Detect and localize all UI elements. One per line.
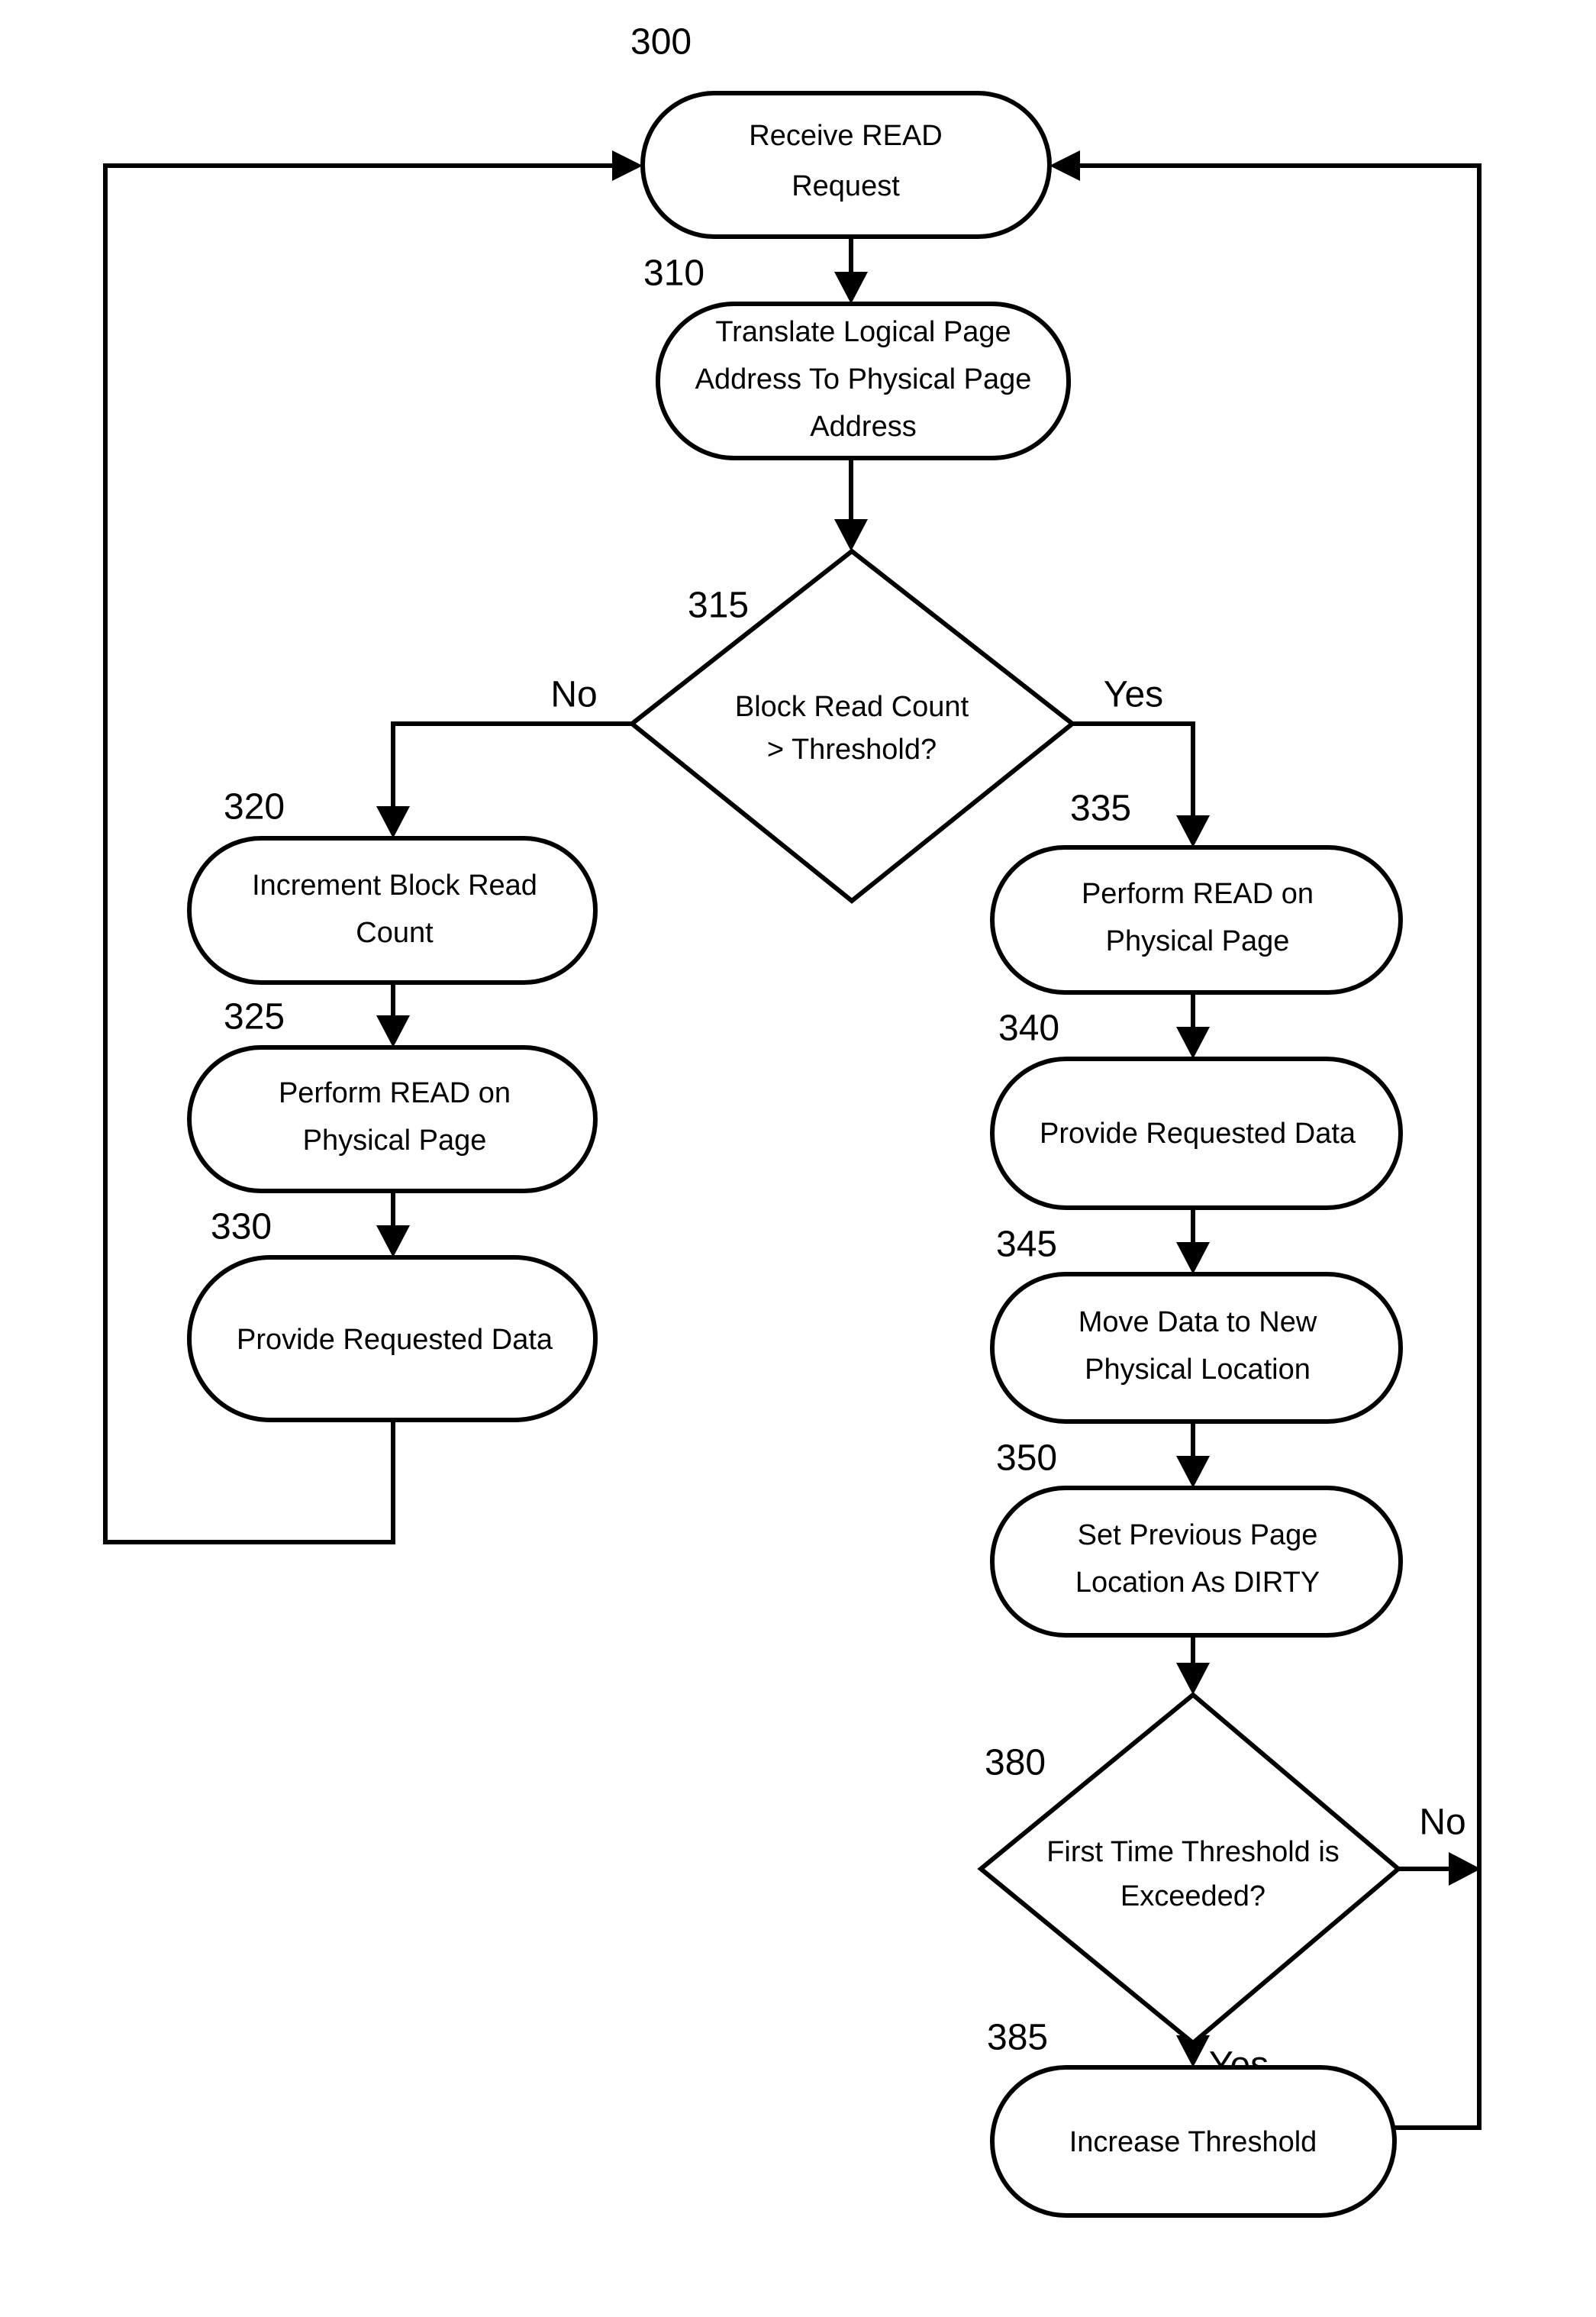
arrowhead-315-no: [376, 806, 410, 838]
node-335-shape[interactable]: [990, 845, 1403, 995]
node-385[interactable]: Increase Threshold: [990, 2065, 1397, 2218]
ref-label-325: 325: [224, 997, 285, 1037]
node-300-shape[interactable]: [640, 91, 1052, 239]
ref-label-350: 350: [996, 1438, 1057, 1479]
node-345[interactable]: Move Data to New Physical Location: [990, 1272, 1403, 1424]
connector-335-340: [1176, 992, 1210, 1059]
node-350[interactable]: Set Previous Page Location As DIRTY: [990, 1486, 1403, 1638]
node-345-shape[interactable]: [990, 1272, 1403, 1424]
connector-315-no-320: [376, 721, 632, 838]
connector-340-345: [1176, 1208, 1210, 1274]
arrowhead-right-return: [1049, 150, 1080, 181]
arrowhead-300-310: [834, 272, 868, 304]
connector-345-350: [1176, 1422, 1210, 1488]
node-300-line-1: Request: [792, 170, 900, 202]
ref-label-315: 315: [688, 586, 749, 626]
node-310-line-2: Address: [810, 411, 916, 443]
ref-label-335: 335: [1070, 789, 1131, 829]
connector-310-315: [834, 458, 868, 551]
arrowhead-320-325: [376, 1015, 410, 1047]
connector-300-310: [834, 237, 868, 304]
node-315-line-0: Block Read Count: [735, 691, 969, 723]
edge-label-315-no: No: [550, 675, 597, 715]
node-300[interactable]: Receive READ Request: [640, 91, 1052, 239]
node-350-shape[interactable]: [990, 1486, 1403, 1638]
arrowhead-335-340: [1176, 1027, 1210, 1059]
arrowhead-325-330: [376, 1225, 410, 1257]
connector-325-330: [376, 1191, 410, 1257]
node-350-line-1: Location As DIRTY: [1075, 1567, 1320, 1599]
node-325-shape[interactable]: [187, 1045, 598, 1193]
node-320-line-0: Increment Block Read: [252, 870, 537, 902]
node-310[interactable]: Translate Logical Page Address To Physic…: [656, 302, 1071, 460]
node-345-line-1: Physical Location: [1085, 1354, 1311, 1386]
node-300-line-0: Receive READ: [749, 120, 942, 152]
node-320[interactable]: Increment Block Read Count: [187, 836, 598, 985]
node-325[interactable]: Perform READ on Physical Page: [187, 1045, 598, 1193]
connector-320-325: [376, 983, 410, 1047]
arrowhead-350-380: [1176, 1663, 1210, 1695]
connector-315-yes-335: [1072, 721, 1210, 847]
arrowhead-345-350: [1176, 1456, 1210, 1488]
ref-label-310: 310: [643, 253, 704, 294]
ref-label-345: 345: [996, 1225, 1057, 1265]
flowchart-canvas: Receive READ Request 300 Translate Logic…: [103, 22, 1482, 2218]
node-310-line-1: Address To Physical Page: [695, 363, 1032, 395]
arrowhead-left-return: [612, 150, 643, 181]
node-320-shape[interactable]: [187, 836, 598, 985]
arrowhead-380-no: [1449, 1852, 1481, 1886]
node-315-line-1: > Threshold?: [767, 734, 937, 766]
node-330[interactable]: Provide Requested Data: [187, 1255, 598, 1422]
node-335[interactable]: Perform READ on Physical Page: [990, 845, 1403, 995]
ref-label-300: 300: [630, 22, 692, 63]
node-380-line-0: First Time Threshold is: [1046, 1836, 1340, 1868]
connector-380-no: [1398, 1852, 1481, 1886]
arrowhead-340-345: [1176, 1242, 1210, 1274]
node-350-line-0: Set Previous Page: [1078, 1519, 1318, 1551]
node-330-line-0: Provide Requested Data: [237, 1324, 553, 1356]
node-335-line-0: Perform READ on: [1082, 878, 1314, 910]
node-325-line-1: Physical Page: [303, 1125, 487, 1157]
ref-label-385: 385: [987, 2018, 1048, 2058]
arrowhead-310-315: [834, 519, 868, 551]
edge-label-380-no: No: [1419, 1802, 1465, 1843]
node-340-line-0: Provide Requested Data: [1040, 1118, 1356, 1150]
ref-label-380: 380: [985, 1743, 1046, 1783]
node-325-line-0: Perform READ on: [279, 1077, 511, 1109]
ref-label-340: 340: [998, 1008, 1059, 1049]
ref-label-320: 320: [224, 787, 285, 828]
node-340[interactable]: Provide Requested Data: [990, 1057, 1403, 1210]
ref-label-330: 330: [211, 1207, 272, 1247]
node-335-line-1: Physical Page: [1106, 925, 1290, 957]
node-320-line-1: Count: [356, 917, 434, 949]
flowchart-figure: Receive READ Request 300 Translate Logic…: [0, 0, 1596, 2317]
connector-350-380: [1176, 1635, 1210, 1695]
node-310-line-0: Translate Logical Page: [715, 316, 1011, 348]
node-385-line-0: Increase Threshold: [1069, 2126, 1317, 2158]
arrowhead-315-yes: [1176, 815, 1210, 847]
node-380-line-1: Exceeded?: [1120, 1880, 1266, 1912]
edge-label-315-yes: Yes: [1104, 675, 1163, 715]
node-345-line-0: Move Data to New: [1079, 1306, 1317, 1338]
